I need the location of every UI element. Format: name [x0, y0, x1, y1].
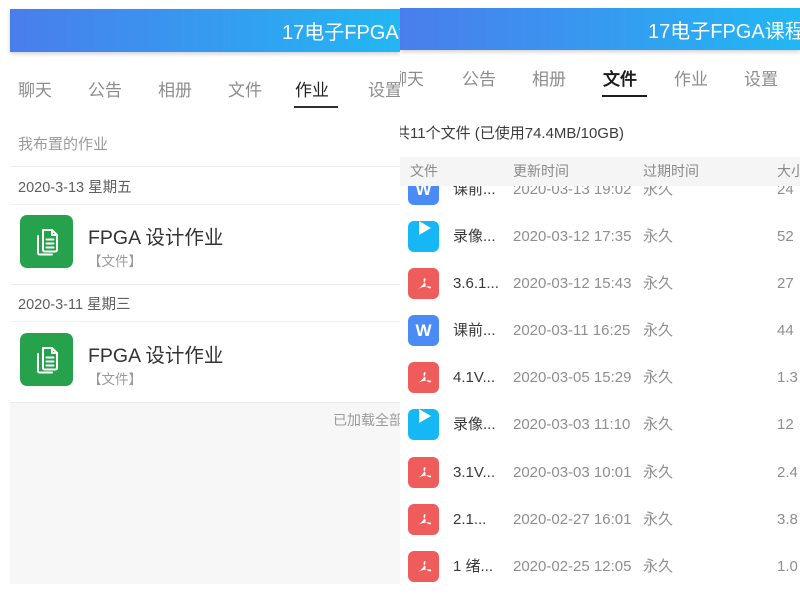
file-updated: 2020-03-12 17:35: [513, 221, 631, 252]
divider: [10, 166, 400, 167]
word-glyph: W: [415, 315, 431, 346]
tab-homework[interactable]: 作业: [295, 76, 329, 101]
file-expires: 永久: [643, 504, 673, 535]
word-file-icon: W: [408, 315, 439, 346]
table-row[interactable]: W 课前... 2020-03-11 16:25 永久 44: [400, 315, 800, 346]
video-file-icon: [408, 221, 439, 252]
file-expires: 永久: [643, 362, 673, 393]
tab-notice[interactable]: 公告: [462, 65, 496, 90]
file-name: 4.1V...: [453, 362, 495, 393]
table-row[interactable]: 3.1V... 2020-03-03 10:01 永久 2.4: [400, 457, 800, 488]
active-tab-underline: [294, 106, 338, 108]
homework-files-icon: [20, 215, 73, 268]
file-name: 录像...: [453, 221, 496, 252]
column-header-expires: 过期时间: [643, 157, 699, 186]
date-group-label: 2020-3-11 星期三: [18, 293, 131, 314]
divider: [10, 204, 400, 205]
divider: [10, 284, 400, 285]
file-size: 12: [777, 409, 794, 440]
tab-album[interactable]: 相册: [532, 65, 566, 90]
column-header-size: 大小: [777, 157, 800, 186]
file-name: 1 绪...: [453, 551, 493, 582]
tab-album[interactable]: 相册: [158, 76, 192, 101]
homework-panel: 17电子FPGA课程 聊天 公告 相册 文件 作业 设置 我布置的作业 2020…: [0, 0, 400, 600]
pdf-file-icon: [408, 457, 439, 488]
file-updated: 2020-02-27 16:01: [513, 504, 631, 535]
homework-subtitle: 【文件】: [88, 368, 142, 388]
page-title: 17电子FPGA课程: [648, 8, 800, 50]
table-row[interactable]: 录像... 2020-03-03 11:10 永久 12: [400, 409, 800, 440]
tab-notice[interactable]: 公告: [88, 76, 122, 101]
divider: [10, 321, 400, 322]
file-size: 52: [777, 221, 794, 252]
date-group-label: 2020-3-13 星期五: [18, 176, 132, 197]
file-name: 3.6.1...: [453, 268, 499, 299]
file-updated: 2020-03-12 15:43: [513, 268, 631, 299]
file-updated: 2020-03-11 16:25: [513, 315, 630, 346]
table-row[interactable]: 1 绪... 2020-02-25 12:05 永久 1.0: [400, 551, 800, 582]
homework-title: FPGA 设计作业: [88, 221, 223, 250]
video-file-icon: [408, 409, 439, 440]
homework-title: FPGA 设计作业: [88, 339, 223, 368]
tab-chat[interactable]: 聊天: [400, 65, 424, 90]
file-updated: 2020-03-03 10:01: [513, 457, 631, 488]
storage-summary: 共11个文件 (已使用74.4MB/10GB): [400, 122, 624, 143]
pdf-file-icon: [408, 551, 439, 582]
homework-subtitle: 【文件】: [88, 250, 142, 270]
app-header: 17电子FPGA课程: [400, 8, 800, 50]
page-title: 17电子FPGA课程: [282, 9, 400, 52]
table-row[interactable]: 录像... 2020-03-12 17:35 永久 52: [400, 221, 800, 252]
file-name: 课前...: [453, 315, 496, 346]
file-expires: 永久: [643, 409, 673, 440]
file-expires: 永久: [643, 315, 673, 346]
homework-files-icon: [20, 333, 73, 386]
tab-settings[interactable]: 设置: [368, 76, 400, 101]
pdf-file-icon: [408, 268, 439, 299]
pdf-file-icon: [408, 362, 439, 393]
file-size: 3.8: [777, 504, 798, 535]
screenshot-stage: 17电子FPGA课程 聊天 公告 相册 文件 作业 设置 我布置的作业 2020…: [0, 0, 800, 600]
file-size: 1.0: [777, 551, 798, 582]
tab-files[interactable]: 文件: [603, 65, 637, 90]
tab-files[interactable]: 文件: [228, 76, 262, 101]
column-header-file: 文件: [410, 157, 438, 186]
table-header: 文件 更新时间 过期时间 大小: [400, 157, 800, 186]
file-size: 27: [777, 268, 794, 299]
file-updated: 2020-03-03 11:10: [513, 409, 630, 440]
file-expires: 永久: [643, 268, 673, 299]
active-tab-underline: [602, 95, 647, 97]
file-expires: 永久: [643, 221, 673, 252]
play-icon: [419, 221, 431, 235]
pdf-file-icon: [408, 504, 439, 535]
file-updated: 2020-03-05 15:29: [513, 362, 631, 393]
table-row[interactable]: 3.6.1... 2020-03-12 15:43 永久 27: [400, 268, 800, 299]
file-expires: 永久: [643, 551, 673, 582]
file-expires: 永久: [643, 457, 673, 488]
tab-settings[interactable]: 设置: [744, 65, 778, 90]
table-row[interactable]: 2.1... 2020-02-27 16:01 永久 3.8: [400, 504, 800, 535]
file-name: 3.1V...: [453, 457, 495, 488]
file-size: 2.4: [777, 457, 798, 488]
tab-homework[interactable]: 作业: [674, 65, 708, 90]
files-panel: 17电子FPGA课程 聊天 公告 相册 文件 作业 设置 共11个文件 (已使用…: [400, 0, 800, 600]
list-footer: 已加载全部: [10, 403, 400, 584]
app-header: 17电子FPGA课程: [10, 9, 400, 52]
file-size: 44: [777, 315, 794, 346]
file-size: 1.3: [777, 362, 798, 393]
file-name: 2.1...: [453, 504, 486, 535]
loaded-all-text: 已加载全部: [333, 410, 400, 430]
table-row[interactable]: 4.1V... 2020-03-05 15:29 永久 1.3: [400, 362, 800, 393]
section-title: 我布置的作业: [18, 133, 108, 154]
file-updated: 2020-02-25 12:05: [513, 551, 631, 582]
file-name: 录像...: [453, 409, 496, 440]
play-icon: [419, 409, 431, 423]
tab-chat[interactable]: 聊天: [18, 76, 52, 101]
column-header-updated: 更新时间: [513, 157, 569, 186]
